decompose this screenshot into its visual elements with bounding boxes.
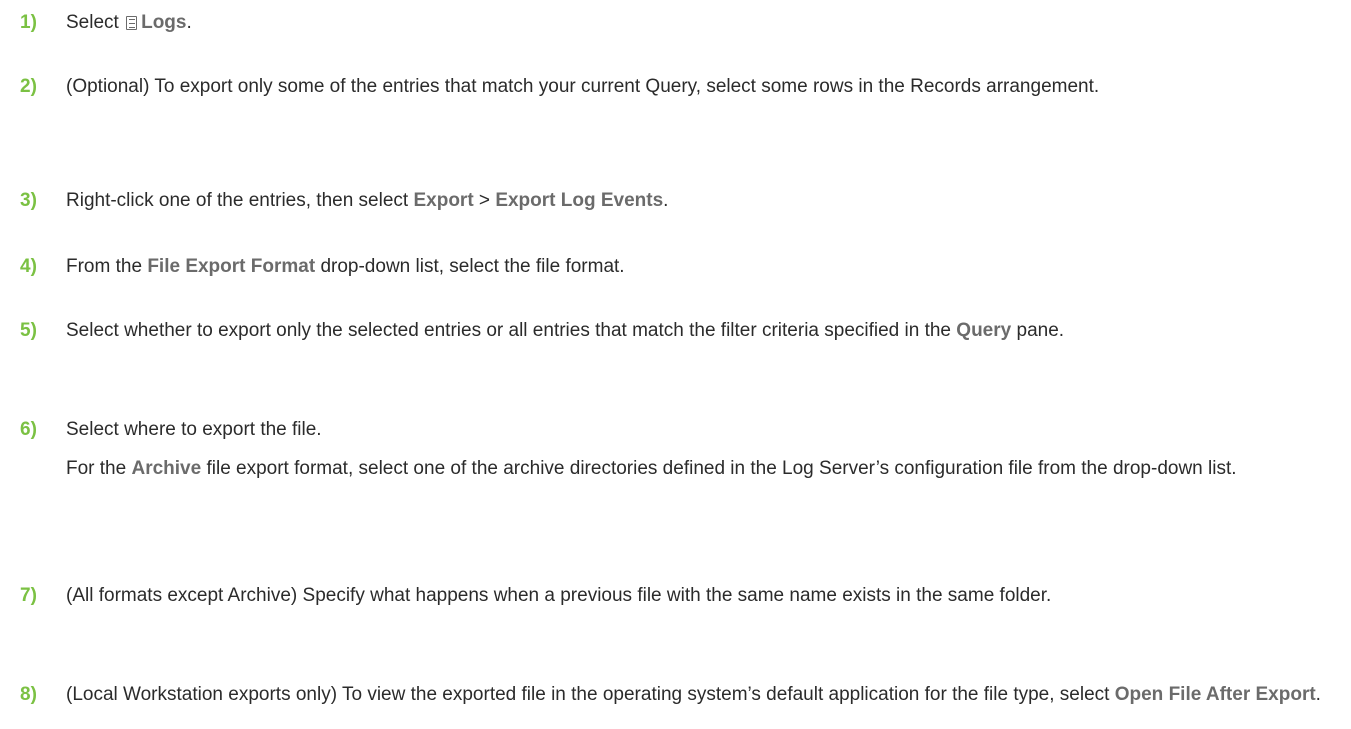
- step-number: 4): [20, 256, 37, 277]
- ui-term: Archive: [131, 458, 202, 479]
- step-text-part: Select whether to export only the select…: [66, 320, 957, 341]
- step-number: 1): [20, 12, 37, 33]
- step-number: 5): [20, 320, 37, 341]
- ui-term: Export Log Events: [495, 190, 664, 211]
- ui-term: Query: [956, 320, 1012, 341]
- step-text: From the File Export Format drop-down li…: [66, 251, 1326, 283]
- step-number: 6): [20, 419, 37, 440]
- step-text-part: drop-down list, select the file format.: [315, 256, 625, 277]
- step-number: 2): [20, 76, 37, 97]
- step-text: Select whether to export only the select…: [66, 315, 1326, 347]
- step-text: (Optional) To export only some of the en…: [66, 76, 1100, 97]
- step-text-part: For the: [66, 458, 132, 479]
- step-text: (All formats except Archive) Specify wha…: [66, 585, 1052, 606]
- step-number: 3): [20, 190, 37, 211]
- step-text-part: pane.: [1011, 320, 1065, 341]
- step-text-part: Right-click one of the entries, then sel…: [66, 190, 414, 211]
- step-text-part: .: [186, 12, 192, 33]
- step-text-part: Select: [66, 12, 125, 33]
- step-text-part: file export format, select one of the ar…: [201, 458, 1237, 479]
- step-text: Select where to export the file. For the…: [66, 414, 1326, 485]
- ui-term: Open File After Export: [1114, 684, 1316, 705]
- step-text-part: >: [473, 190, 496, 211]
- ui-term: Export: [413, 190, 474, 211]
- step-text-part: .: [663, 190, 669, 211]
- step-text: Right-click one of the entries, then sel…: [66, 185, 1326, 217]
- step-number: 7): [20, 585, 37, 606]
- step-sub-text: For the Archive file export format, sele…: [66, 453, 1326, 485]
- step-text-part: From the: [66, 256, 148, 277]
- step-text-part: .: [1315, 684, 1321, 705]
- step-text-part: (Local Workstation exports only) To view…: [66, 684, 1115, 705]
- ui-term: Logs: [141, 12, 187, 33]
- step-number: 8): [20, 684, 37, 705]
- logs-icon: [126, 16, 138, 30]
- step-text: Select Logs.: [66, 7, 1326, 39]
- ui-term: File Export Format: [147, 256, 316, 277]
- step-main-text: Select where to export the file.: [66, 419, 322, 440]
- step-text: (Local Workstation exports only) To view…: [66, 679, 1326, 711]
